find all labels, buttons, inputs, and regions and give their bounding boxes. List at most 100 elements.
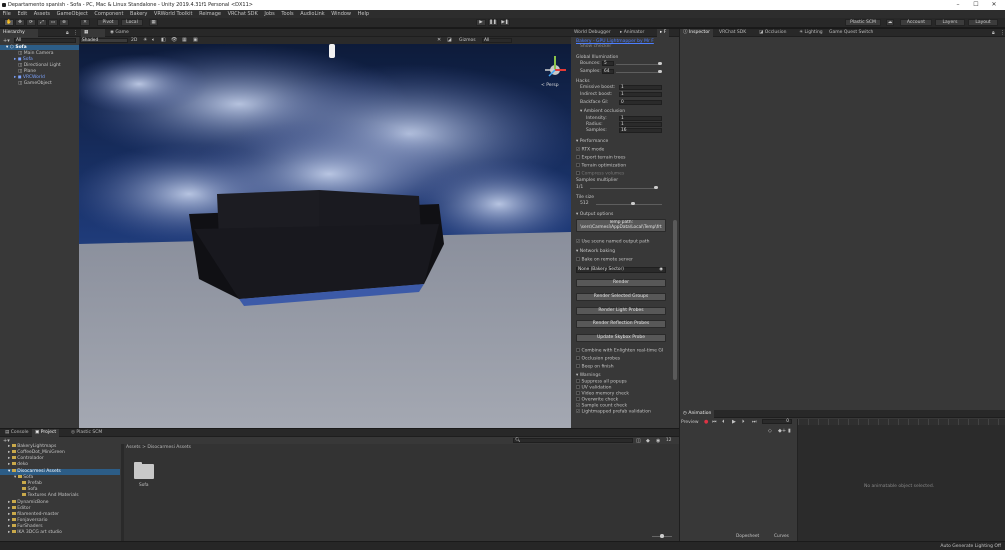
menu-bakery[interactable]: Bakery (128, 11, 150, 17)
hidden-objects-icon[interactable]: 👁︎ (171, 37, 177, 43)
project-folder-sofa-sub[interactable]: Sofa (22, 487, 37, 492)
tab-game[interactable]: ◉ Game (107, 29, 133, 37)
local-toggle[interactable]: Local (121, 19, 143, 26)
tab-world-debugger[interactable]: World Debugger (571, 29, 614, 37)
terrain-optimization-checkbox[interactable]: Terrain optimization (576, 163, 626, 168)
tab-game-quest-switch[interactable]: Game Quest Switch (826, 29, 876, 37)
indirect-boost-field[interactable]: 1 (619, 92, 662, 97)
project-folder-controlador[interactable]: ▸ Controlador (8, 456, 44, 461)
plastic-scm-button[interactable]: Plastic SCM (845, 19, 881, 26)
breadcrumb-assets[interactable]: Assets (126, 445, 141, 450)
first-key-icon[interactable]: ⏮ (712, 419, 717, 425)
view-options-icon[interactable]: ◪ (447, 37, 452, 43)
project-folder-ika[interactable]: ▸ IKA 3DCG art studio (8, 530, 62, 535)
tab-console[interactable]: ▤ Console (2, 429, 32, 437)
menu-window[interactable]: Window (329, 11, 354, 17)
last-key-icon[interactable]: ⏭ (752, 419, 757, 425)
scene-search-input[interactable]: All (482, 38, 512, 43)
menu-component[interactable]: Component (92, 11, 126, 17)
lock-icon[interactable]: 🔒︎ (66, 30, 69, 36)
samples-field[interactable]: 64 (602, 69, 614, 74)
hierarchy-search-input[interactable]: All (14, 38, 76, 43)
animation-timeline[interactable]: No animatable object selected. (798, 425, 1005, 541)
ao-samples-field[interactable]: 16 (619, 128, 662, 133)
next-key-icon[interactable]: ⏵ (742, 419, 745, 425)
menu-file[interactable]: File (0, 11, 13, 17)
warn-overwrite[interactable]: Overwrite check (576, 397, 618, 402)
bounces-field[interactable]: 5 (602, 61, 614, 66)
project-folder-prefab[interactable]: Prefab (22, 481, 42, 486)
tab-vrchat-sdk[interactable]: VRChat SDK (716, 29, 749, 37)
account-dropdown[interactable]: Account (900, 19, 932, 26)
menu-assets[interactable]: Assets (31, 11, 52, 17)
emissive-boost-field[interactable]: 1 (619, 85, 662, 90)
menu-gameobject[interactable]: GameObject (54, 11, 90, 17)
cloud-icon[interactable]: ☁ (886, 19, 894, 26)
temp-path-button[interactable]: Temp path: \sers\Carmesi\AppData\Local\T… (576, 219, 666, 232)
hierarchy-item-vrcworld[interactable]: ▸ ◼ VRCWorld (14, 75, 45, 80)
hierarchy-item-sofa-scene[interactable]: ▾ ⬡ Sofa (6, 45, 27, 50)
add-event-icon[interactable]: ▮ (788, 428, 791, 434)
update-skybox-probe-button[interactable]: Update Skybox Probe (576, 334, 666, 342)
project-folder-filamented[interactable]: ▸ filamented-master (8, 512, 59, 517)
step-button[interactable]: ▶❚ (500, 19, 510, 26)
project-folder-bakerylightmaps[interactable]: ▸ BakeryLightmaps (8, 444, 56, 449)
project-folder-deko[interactable]: ▸ deko (8, 462, 28, 467)
record-icon[interactable]: ● (704, 419, 708, 425)
samples-slider[interactable] (616, 71, 660, 73)
warn-prefab-validation[interactable]: ✓ Lightmapped prefab validation (576, 409, 651, 414)
project-folder-sofa[interactable]: ▾ Sofa (14, 475, 33, 480)
performance-foldout[interactable]: ▾ Performance (576, 139, 608, 144)
bakery-sector-field[interactable]: None (Bakery Sector) ◉ (576, 267, 666, 273)
icon-size-knob[interactable] (660, 534, 664, 538)
export-terrain-checkbox[interactable]: Export terrain trees (576, 155, 626, 160)
hierarchy-item-main-camera[interactable]: ◫ Main Camera (18, 51, 54, 56)
tile-size-knob[interactable] (631, 201, 635, 205)
warn-suppress-popups[interactable]: Suppress all popups (576, 379, 627, 384)
tab-inspector[interactable]: ⓘ Inspector (680, 29, 713, 37)
project-folder-disocarmesi[interactable]: ▾ Disocarmesi Assets (8, 469, 61, 474)
bake-remote-checkbox[interactable]: Bake on remote server (576, 257, 633, 262)
rotate-tool-icon[interactable]: ⟳ (26, 19, 36, 26)
custom-tool-icon[interactable]: ✕ (80, 19, 90, 26)
add-object-icon[interactable]: +▾ (3, 38, 10, 44)
bakery-scrollbar[interactable] (673, 220, 677, 380)
move-tool-icon[interactable]: ✥ (15, 19, 25, 26)
effects-toggle-icon[interactable]: ◧ (161, 37, 166, 43)
folder-icon[interactable] (134, 464, 154, 479)
prev-key-icon[interactable]: ⏴ (722, 419, 725, 425)
scene-camera-icon[interactable]: ▣ (193, 37, 198, 43)
preview-toggle[interactable]: Preview (681, 420, 699, 425)
layers-dropdown[interactable]: Layers (935, 19, 965, 26)
hierarchy-item-directional-light[interactable]: ◫ Directional Light (18, 63, 61, 68)
menu-tools[interactable]: Tools (279, 11, 296, 17)
tab-occlusion[interactable]: ◪ Occlusion (756, 29, 789, 37)
shading-mode-dropdown[interactable]: Shaded (80, 38, 128, 43)
asset-label-sofa[interactable]: Sofa (139, 483, 149, 488)
project-folder-fonjaversario[interactable]: ▸ Fonjaversario (8, 518, 47, 523)
transform-tool-icon[interactable]: ⊕ (59, 19, 69, 26)
render-button[interactable]: Render (576, 279, 666, 287)
menu-edit[interactable]: Edit (15, 11, 30, 17)
samples-multiplier-slider[interactable] (590, 187, 657, 189)
pivot-toggle[interactable]: Pivot (97, 19, 119, 26)
output-options-foldout[interactable]: ▾ Output options (576, 212, 613, 217)
warn-sample-count[interactable]: ✓ Sample count check (576, 403, 627, 408)
compress-volumes-checkbox[interactable]: Compress volumes (576, 171, 624, 176)
minimize-button[interactable]: – (951, 0, 965, 10)
hierarchy-item-plane[interactable]: ◫ Plane (18, 69, 36, 74)
grid-toggle-icon[interactable]: ▦ (182, 37, 187, 43)
menu-help[interactable]: Help (355, 11, 371, 17)
tab-animator[interactable]: ▸ Animator (617, 29, 647, 37)
render-light-probes-button[interactable]: Render Light Probes (576, 307, 666, 315)
menu-reimage[interactable]: Reimage (197, 11, 224, 17)
lighting-toggle-icon[interactable]: ☀ (143, 37, 147, 43)
audio-toggle-icon[interactable]: 🔈︎ (152, 37, 155, 43)
tab-lighting[interactable]: ☀ Lighting (796, 29, 826, 37)
samples-slider-knob[interactable] (658, 69, 662, 73)
ao-intensity-field[interactable]: 1 (619, 116, 662, 121)
panel-menu-icon[interactable]: ⋮ (73, 30, 78, 36)
tools-icon[interactable]: ✕ (437, 37, 441, 43)
menu-jobs[interactable]: Jobs (262, 11, 277, 17)
pause-button[interactable]: ❚❚ (488, 19, 498, 26)
